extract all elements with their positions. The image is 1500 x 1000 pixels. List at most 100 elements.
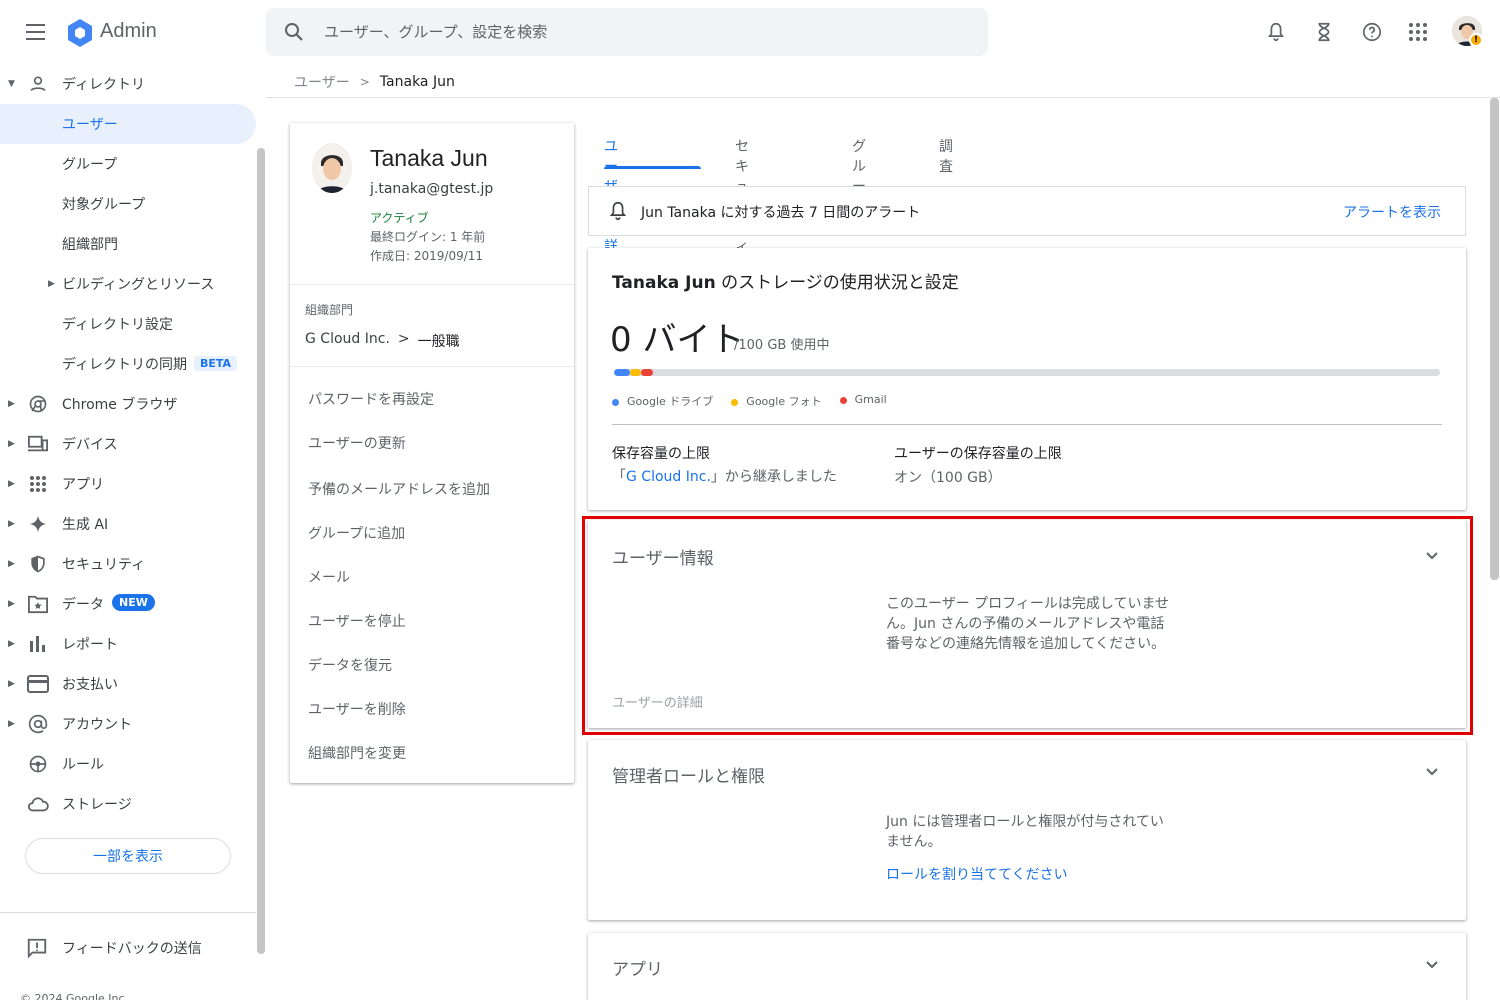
sidebar-item-reports[interactable]: ▶ レポート: [0, 624, 256, 664]
user-summary-card: Tanaka Jun j.tanaka@gtest.jp アクティブ 最終ログイ…: [290, 123, 574, 783]
org-unit-label: 組織部門: [305, 303, 354, 317]
storage-usage-bar: [614, 369, 1440, 376]
expand-caret-icon[interactable]: ▶: [8, 599, 18, 609]
sidebar-item-groups[interactable]: グループ: [0, 144, 256, 184]
expand-caret-icon[interactable]: ▶: [8, 679, 18, 689]
search-box[interactable]: [266, 8, 988, 56]
org-link[interactable]: G Cloud Inc.: [626, 469, 711, 485]
legend-drive-label: Google ドライブ: [627, 395, 714, 408]
expand-caret-icon[interactable]: ▶: [8, 439, 18, 449]
sidebar-item-label: 生成 AI: [62, 517, 109, 533]
expand-caret-icon[interactable]: ▼: [8, 79, 18, 89]
cloud-icon: [26, 792, 50, 816]
sidebar-item-billing[interactable]: ▶ お支払い: [0, 664, 256, 704]
show-less-button[interactable]: 一部を表示: [25, 838, 231, 874]
sidebar-item-chrome-browser[interactable]: ▶ Chrome ブラウザ: [0, 384, 256, 424]
storage-title-rest: のストレージの使用状況と設定: [715, 273, 959, 293]
org-unit-current: 一般職: [417, 334, 460, 350]
sidebar-item-label: ストレージ: [62, 797, 132, 813]
admin-roles-message: Jun には管理者ロールと権限が付与されていません。: [886, 814, 1164, 850]
admin-roles-card[interactable]: 管理者ロールと権限 Jun には管理者ロールと権限が付与されていません。 ロール…: [588, 740, 1466, 920]
sidebar-item-security[interactable]: ▶ セキュリティ: [0, 544, 256, 584]
apps-launcher-icon[interactable]: [1402, 16, 1434, 48]
expand-caret-icon[interactable]: ▶: [8, 519, 18, 529]
account-warning-badge: !: [1469, 33, 1483, 47]
sidebar-item-target-groups[interactable]: 対象グループ: [0, 184, 256, 224]
drive-usage-segment: [614, 369, 630, 376]
view-alerts-link[interactable]: アラートを表示: [1343, 202, 1441, 222]
sidebar-item-label: Chrome ブラウザ: [62, 397, 178, 413]
alerts-text: Jun Tanaka に対する過去 7 日間のアラート: [641, 205, 921, 221]
sidebar-item-directory[interactable]: ▼ ディレクトリ: [0, 64, 256, 104]
apps-card[interactable]: アプリ: [588, 933, 1466, 1000]
sidebar-item-label: ディレクトリの同期: [62, 357, 188, 373]
sidebar-item-directory-sync[interactable]: ディレクトリの同期 BETA: [0, 344, 256, 384]
sidebar-item-directory-settings[interactable]: ディレクトリ設定: [0, 304, 256, 344]
update-user-action[interactable]: ユーザーの更新: [308, 433, 406, 453]
sidebar-item-label: アプリ: [62, 477, 104, 493]
legend-photos: Google フォト: [731, 393, 822, 409]
active-tab-indicator: [604, 166, 701, 169]
expand-caret-icon[interactable]: ▶: [8, 719, 18, 729]
sidebar-item-storage[interactable]: ストレージ: [0, 784, 256, 824]
top-app-bar: Admin !: [0, 0, 1500, 64]
rules-icon: [26, 752, 50, 776]
admin-roles-title: 管理者ロールと権限: [612, 767, 765, 787]
person-icon: [26, 72, 50, 96]
sidebar-item-apps[interactable]: ▶ アプリ: [0, 464, 256, 504]
send-feedback-button[interactable]: フィードバックの送信: [26, 932, 202, 964]
sidebar-item-label: 組織部門: [62, 237, 118, 253]
delete-user-action[interactable]: ユーザーを削除: [308, 699, 406, 719]
notifications-bell-icon[interactable]: [1260, 16, 1292, 48]
brand-title[interactable]: Admin: [100, 20, 157, 43]
sidebar-item-data[interactable]: ▶ データ NEW: [0, 584, 256, 624]
expand-caret-icon[interactable]: ▶: [8, 479, 18, 489]
expand-caret-icon[interactable]: ▶: [8, 399, 18, 409]
mail-action[interactable]: メール: [308, 567, 350, 587]
reset-password-action[interactable]: パスワードを再設定: [308, 389, 434, 409]
change-org-unit-action[interactable]: 組織部門を変更: [308, 743, 406, 763]
expand-caret-icon[interactable]: ▶: [8, 559, 18, 569]
user-avatar[interactable]: [312, 143, 352, 193]
sidebar-scrollbar[interactable]: [257, 148, 265, 954]
expand-caret-icon[interactable]: ▶: [8, 639, 18, 649]
storage-quota: /100 GB 使用中: [734, 338, 830, 353]
sidebar-item-label: ルール: [62, 757, 104, 773]
limit-suffix: 」から継承しました: [710, 469, 837, 485]
sidebar-divider: [0, 912, 256, 913]
header-divider: [266, 97, 1500, 98]
sidebar-item-buildings-resources[interactable]: ▶ ビルディングとリソース: [0, 264, 256, 304]
admin-logo-icon[interactable]: [64, 17, 96, 49]
suspend-user-action[interactable]: ユーザーを停止: [308, 611, 406, 631]
sidebar-item-rules[interactable]: ルール: [0, 744, 256, 784]
tab-investigation[interactable]: 調査: [939, 136, 953, 176]
gmail-usage-segment: [641, 369, 653, 376]
sidebar-item-label: デバイス: [62, 437, 118, 453]
limit-prefix: 「: [612, 469, 626, 485]
add-alternate-email-action[interactable]: 予備のメールアドレスを追加: [308, 479, 490, 499]
chevron-down-icon[interactable]: [1420, 953, 1444, 977]
help-icon[interactable]: [1356, 16, 1388, 48]
org-unit-separator: >: [397, 331, 410, 347]
restore-data-action[interactable]: データを復元: [308, 655, 392, 675]
assign-roles-link[interactable]: ロールを割り当ててください: [886, 864, 1068, 884]
add-to-group-action[interactable]: グループに追加: [308, 523, 405, 543]
breadcrumb-users-link[interactable]: ユーザー: [294, 72, 350, 92]
sidebar-item-users[interactable]: ユーザー: [0, 104, 256, 144]
sidebar-item-devices[interactable]: ▶ デバイス: [0, 424, 256, 464]
main-menu-icon[interactable]: [20, 18, 52, 46]
sidebar-item-account[interactable]: ▶ アカウント: [0, 704, 256, 744]
hourglass-tasks-icon[interactable]: [1308, 16, 1340, 48]
credit-card-icon: [26, 672, 50, 696]
user-info-card[interactable]: ユーザー情報 このユーザー プロフィールは完成していません。Jun さんの予備の…: [588, 520, 1466, 728]
chevron-down-icon[interactable]: [1420, 544, 1444, 568]
sidebar-item-generative-ai[interactable]: ▶ 生成 AI: [0, 504, 256, 544]
main-scrollbar[interactable]: [1490, 98, 1499, 580]
search-icon[interactable]: [282, 20, 306, 44]
expand-caret-icon[interactable]: ▶: [48, 279, 58, 289]
sidebar-item-org-units[interactable]: 組織部門: [0, 224, 256, 264]
chevron-down-icon[interactable]: [1420, 760, 1444, 784]
search-input[interactable]: [324, 20, 964, 44]
legend-gmail-label: Gmail: [854, 393, 887, 406]
user-info-message: このユーザー プロフィールは完成していません。Jun さんの予備のメールアドレス…: [886, 596, 1170, 652]
